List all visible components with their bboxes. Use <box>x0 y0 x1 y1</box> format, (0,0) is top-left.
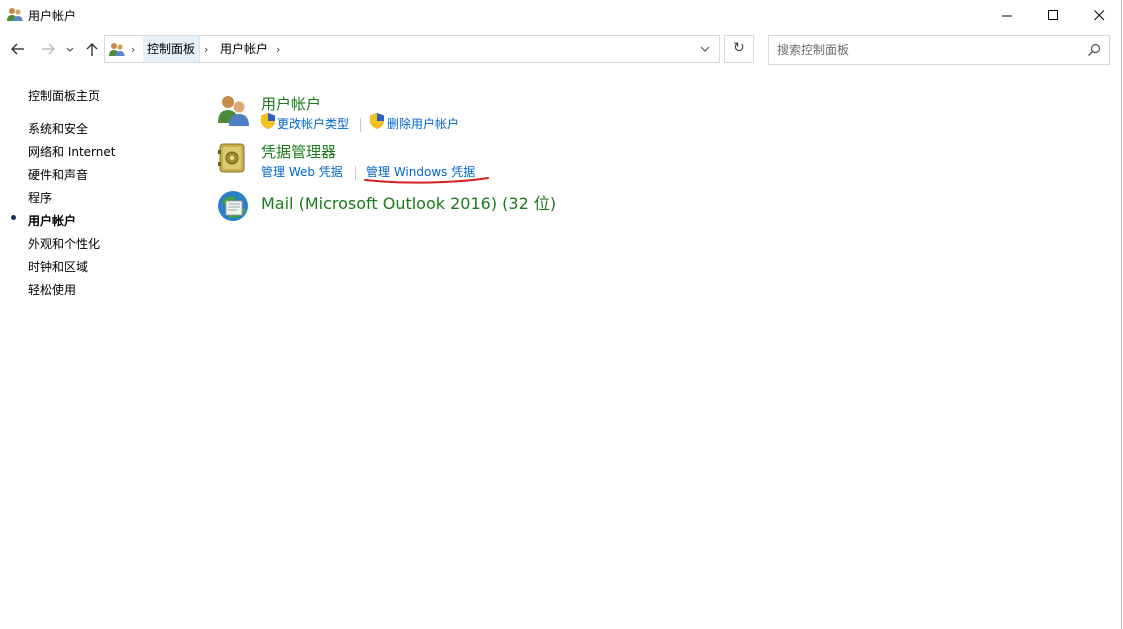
nav-control-panel-home[interactable]: 控制面板主页 <box>28 87 100 104</box>
breadcrumb-separator-icon[interactable]: › <box>276 43 280 56</box>
back-arrow-icon[interactable] <box>8 39 28 59</box>
title-bar[interactable]: 用户帐户 <box>0 0 1121 30</box>
category-title-credential-manager[interactable]: 凭据管理器 <box>261 141 336 162</box>
search-box[interactable] <box>768 35 1110 65</box>
up-arrow-icon[interactable] <box>82 39 102 59</box>
users-icon <box>109 43 125 56</box>
credential-vault-icon[interactable] <box>216 141 250 175</box>
category-title-mail[interactable]: Mail (Microsoft Outlook 2016) (32 位) <box>261 190 556 214</box>
users-icon <box>7 8 23 21</box>
category-title-user-accounts[interactable]: 用户帐户 <box>261 93 321 114</box>
minimize-button[interactable] <box>984 0 1030 30</box>
link-divider <box>355 166 356 180</box>
forward-arrow-icon[interactable] <box>38 39 58 59</box>
address-dropdown-chevron-icon[interactable] <box>699 44 711 54</box>
remove-user-accounts-link[interactable]: 删除用户帐户 <box>387 115 459 132</box>
uac-shield-icon <box>261 113 275 129</box>
link-divider <box>360 118 361 132</box>
nav-user-accounts-current: 用户帐户 <box>28 214 77 228</box>
maximize-icon <box>1048 10 1058 20</box>
nav-hardware-and-sound[interactable]: 硬件和声音 <box>28 166 88 183</box>
nav-network-and-internet[interactable]: 网络和 Internet <box>28 143 115 160</box>
search-input[interactable] <box>777 41 1077 59</box>
search-icon[interactable] <box>1087 43 1101 57</box>
users-icon[interactable] <box>216 93 250 127</box>
mail-icon[interactable] <box>216 189 250 223</box>
breadcrumb-separator-icon[interactable]: › <box>131 43 135 56</box>
address-bar[interactable]: › 控制面板 › 用户帐户 › <box>104 35 720 63</box>
window-title: 用户帐户 <box>28 9 77 23</box>
nav-programs[interactable]: 程序 <box>28 189 52 206</box>
nav-system-and-security[interactable]: 系统和安全 <box>28 120 88 137</box>
nav-clock-and-region[interactable]: 时钟和区域 <box>28 258 88 275</box>
breadcrumb-user-accounts[interactable]: 用户帐户 <box>216 36 272 62</box>
close-icon <box>1094 10 1105 21</box>
refresh-icon: ↻ <box>733 40 745 56</box>
current-item-bullet-icon <box>11 215 16 220</box>
close-button[interactable] <box>1076 0 1122 30</box>
change-account-type-link[interactable]: 更改帐户类型 <box>277 115 349 132</box>
maximize-button[interactable] <box>1030 0 1076 30</box>
navigation-bar: › 控制面板 › 用户帐户 › ↻ <box>0 34 1121 66</box>
control-panel-window: 用户帐户 › 控制面板 › 用户帐户 › ↻ 搜索控制面板 控制面板主页 系统和… <box>0 0 1122 629</box>
refresh-button[interactable]: ↻ <box>724 35 754 63</box>
breadcrumb-control-panel[interactable]: 控制面板 <box>143 36 201 62</box>
manage-web-credentials-link[interactable]: 管理 Web 凭据 <box>261 163 343 180</box>
nav-appearance-and-personalization[interactable]: 外观和个性化 <box>28 235 100 252</box>
breadcrumb-separator-icon[interactable]: › <box>204 43 208 56</box>
nav-ease-of-access[interactable]: 轻松使用 <box>28 281 76 298</box>
minimize-icon <box>1002 15 1012 17</box>
recent-locations-chevron-icon[interactable] <box>64 39 76 59</box>
uac-shield-icon <box>370 113 384 129</box>
red-annotation-underline <box>364 177 489 184</box>
